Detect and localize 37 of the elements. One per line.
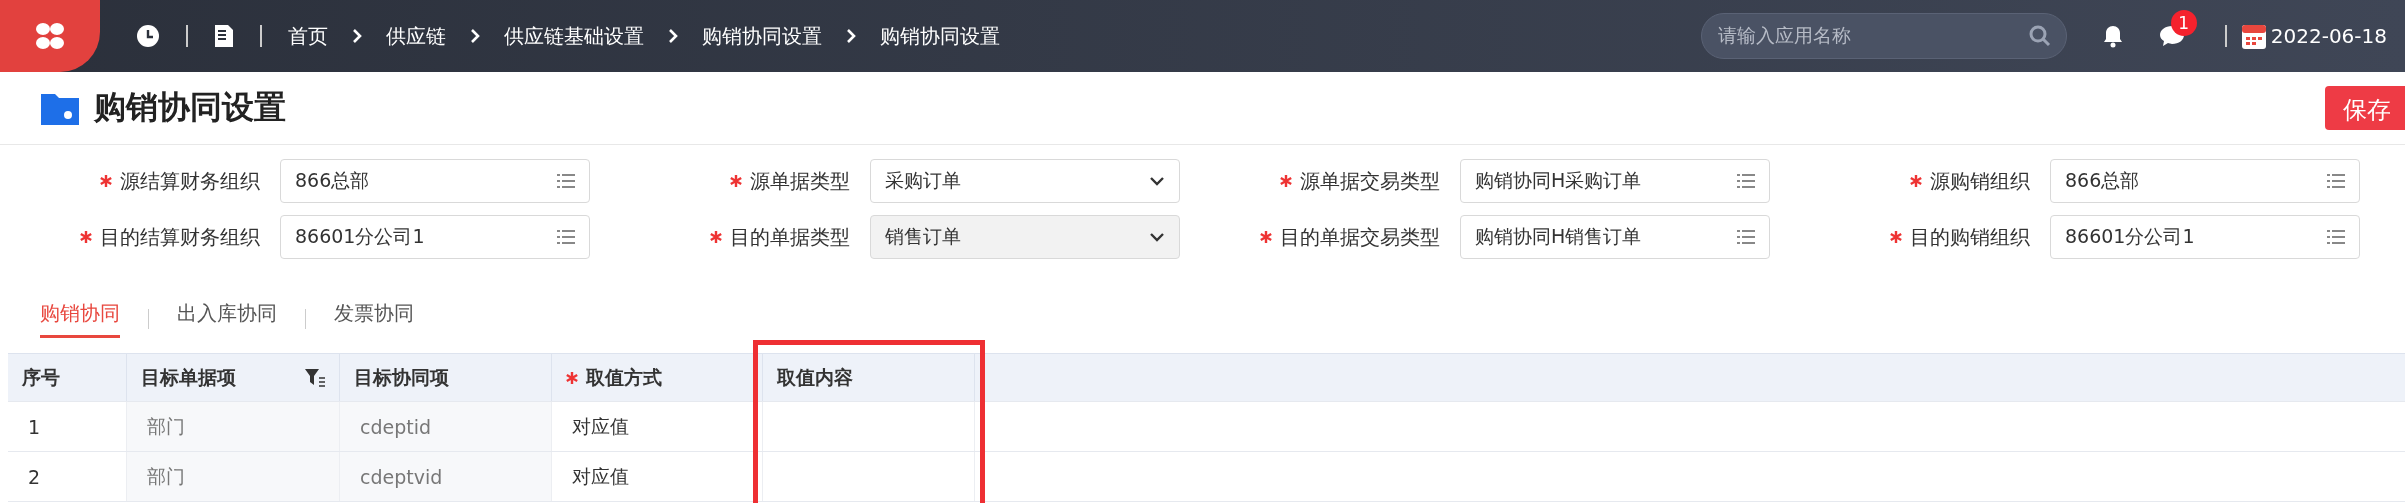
date-text: 2022-06-18	[2270, 24, 2387, 48]
column-header: 取值内容	[777, 364, 853, 390]
save-button[interactable]: 保存	[2325, 86, 2405, 130]
lookup-field[interactable]: 购销协同H销售订单	[1460, 215, 1770, 259]
lookup-field[interactable]: 购销协同H采购订单	[1460, 159, 1770, 203]
lookup-field[interactable]: 866总部	[2050, 159, 2360, 203]
field-label: 源单据交易类型	[1300, 167, 1440, 195]
column-header: 目标协同项	[354, 364, 449, 390]
page-title: 购销协同设置	[94, 87, 286, 128]
breadcrumb-link[interactable]: 供应链	[386, 22, 446, 50]
breadcrumb-link[interactable]: 供应链基础设置	[504, 22, 644, 50]
field-label: 源单据类型	[750, 167, 850, 195]
table-cell: cdeptvid	[340, 452, 552, 501]
select-field[interactable]: 采购订单	[870, 159, 1180, 203]
message-count-badge: 1	[2170, 10, 2197, 36]
column-header: 取值方式	[586, 364, 662, 390]
column-header: 目标单据项	[141, 364, 236, 390]
tab[interactable]: 购销协同	[40, 300, 120, 338]
breadcrumb-link[interactable]: 购销协同设置	[702, 22, 822, 50]
breadcrumb-link[interactable]: 首页	[288, 22, 328, 50]
search-field[interactable]: 请输入应用名称	[1700, 13, 2067, 59]
field-label: 目的结算财务组织	[100, 223, 260, 251]
field-label: 目的购销组织	[1910, 223, 2030, 251]
lookup-field[interactable]: 86601分公司1	[280, 215, 590, 259]
tab[interactable]: 发票协同	[334, 300, 414, 338]
table-cell: 部门	[127, 402, 340, 451]
field-label: 源结算财务组织	[120, 167, 260, 195]
tab[interactable]: 出入库协同	[177, 300, 277, 338]
table-cell: cdeptid	[340, 402, 552, 451]
table-cell: 部门	[127, 452, 340, 501]
lookup-field[interactable]: 86601分公司1	[2050, 215, 2360, 259]
lookup-field[interactable]: 866总部	[280, 159, 590, 203]
field-label: 源购销组织	[1930, 167, 2030, 195]
column-header: 序号	[22, 364, 60, 390]
field-label: 目的单据交易类型	[1280, 223, 1440, 251]
breadcrumb-link[interactable]: 购销协同设置	[880, 22, 1000, 50]
field-label: 目的单据类型	[730, 223, 850, 251]
